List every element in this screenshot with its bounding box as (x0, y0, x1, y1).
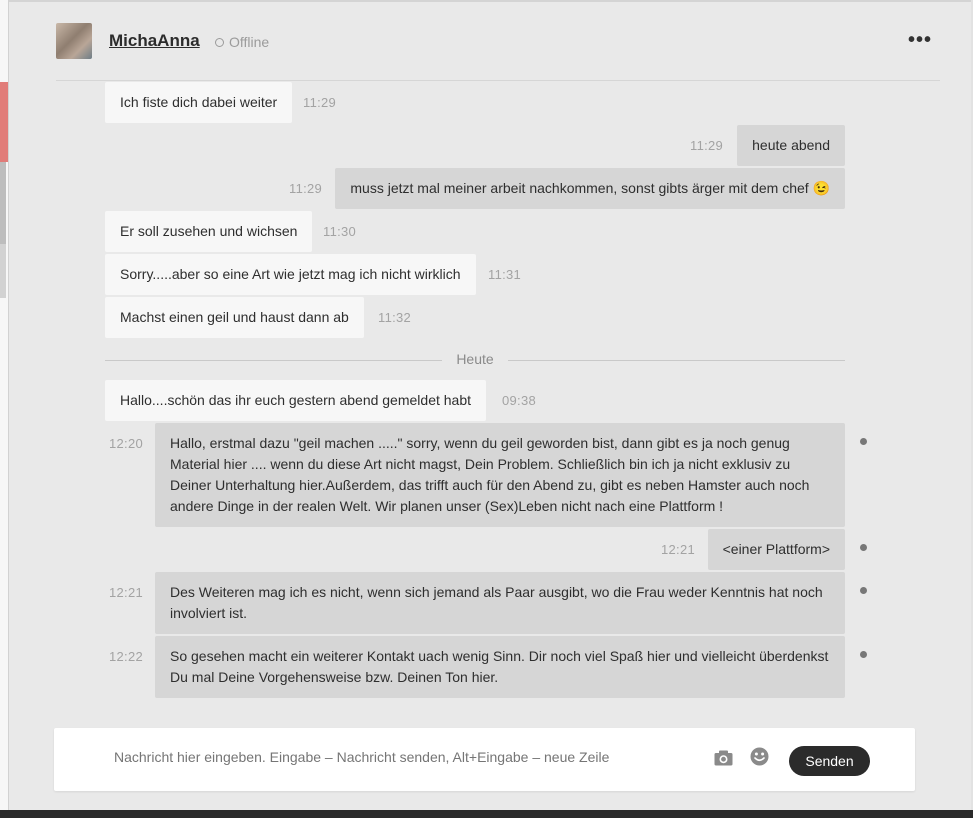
contact-username[interactable]: MichaAnna (109, 31, 200, 51)
chat-header: MichaAnna Offline ••• (56, 22, 940, 81)
more-options-icon[interactable]: ••• (908, 29, 932, 52)
date-divider: Heute (105, 350, 845, 370)
delivery-status-icon (860, 438, 867, 445)
message-timestamp: 11:29 (289, 181, 323, 196)
delivery-status-icon (860, 544, 867, 551)
left-panel-scrollbar[interactable] (0, 162, 6, 244)
message-timestamp: 11:29 (690, 138, 724, 153)
send-button[interactable]: Senden (789, 746, 870, 776)
contact-status: Offline (215, 34, 269, 50)
camera-icon[interactable] (714, 750, 733, 766)
message-bubble-incoming: Ich fiste dich dabei weiter (105, 82, 293, 123)
avatar[interactable] (56, 23, 92, 59)
message-timestamp: 12:22 (109, 649, 144, 664)
left-panel-red-indicator (0, 82, 8, 162)
delivery-status-icon (860, 587, 867, 594)
message-composer: Senden (54, 728, 915, 791)
message-bubble-outgoing: Hallo, erstmal dazu "geil machen ....." … (155, 423, 845, 527)
left-panel-scrollbar-track (0, 244, 6, 298)
message-timestamp: 11:31 (488, 267, 522, 282)
message-bubble-incoming: Er soll zusehen und wichsen (105, 211, 313, 252)
message-bubble-outgoing: Des Weiteren mag ich es nicht, wenn sich… (155, 572, 845, 634)
contact-status-label: Offline (229, 34, 270, 50)
message-bubble-incoming: Machst einen geil und haust dann ab (105, 297, 364, 338)
bottom-taskbar (0, 810, 973, 818)
message-bubble-outgoing: muss jetzt mal meiner arbeit nachkommen,… (335, 168, 845, 209)
message-input[interactable] (114, 749, 694, 765)
offline-status-icon (215, 37, 224, 47)
message-timestamp: 12:20 (109, 436, 144, 451)
message-bubble-incoming: Sorry.....aber so eine Art wie jetzt mag… (105, 254, 476, 295)
delivery-status-icon (860, 651, 867, 658)
message-bubble-incoming: Hallo....schön das ihr euch gestern aben… (105, 380, 487, 421)
message-timestamp: 12:21 (661, 542, 696, 557)
message-bubble-outgoing: <einer Plattform> (707, 529, 845, 570)
message-timestamp: 11:32 (378, 310, 412, 325)
message-bubble-outgoing: So gesehen macht ein weiterer Kontakt ua… (155, 636, 845, 698)
top-border (9, 0, 973, 2)
message-bubble-outgoing: heute abend (737, 125, 845, 166)
message-timestamp: 09:38 (502, 393, 537, 408)
message-timestamp: 11:29 (303, 95, 337, 110)
smiley-icon[interactable] (750, 747, 769, 766)
message-timestamp: 12:21 (109, 585, 144, 600)
date-divider-label: Heute (442, 351, 508, 367)
message-timestamp: 11:30 (323, 224, 357, 239)
